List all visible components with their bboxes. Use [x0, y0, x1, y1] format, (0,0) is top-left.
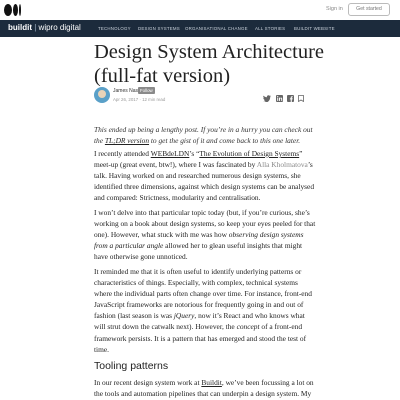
paragraph-3: It reminded me that it is often useful t… [94, 266, 316, 355]
paragraph-1: I recently attended WEBdeLDN’s “The Evol… [94, 148, 316, 203]
nav-technology[interactable]: TECHNOLOGY [98, 26, 131, 31]
bookmark-icon[interactable] [297, 95, 305, 103]
p1-text-a: I recently attended [94, 149, 151, 158]
read-time: 12 min read [142, 97, 166, 102]
publish-date: Apr 26, 2017 [113, 97, 139, 102]
intro-text-2: to get the gist of it and come back to t… [149, 136, 301, 146]
p3-jquery: jQuery [173, 311, 195, 321]
publication-nav-bar: buildit | wipro digital TECHNOLOGY DESIG… [0, 20, 400, 37]
p1-text-b: ’s “ [189, 149, 200, 158]
alla-kholmatova-link[interactable]: Alla Kholmatova [257, 160, 308, 169]
evolution-of-design-systems-link[interactable]: The Evolution of Design Systems [199, 149, 299, 158]
buildit-link[interactable]: Buildit [201, 378, 222, 387]
webdeldn-link[interactable]: WEBdeLDN [151, 149, 190, 158]
sign-in-link[interactable]: Sign in [326, 6, 343, 12]
linkedin-icon[interactable] [275, 95, 283, 102]
follow-button[interactable]: Follow [138, 87, 155, 94]
paragraph-4: In our recent design system work at Buil… [94, 377, 316, 399]
author-avatar[interactable] [94, 87, 110, 103]
top-bar: Sign in Get started [0, 0, 400, 21]
section-heading-tooling-patterns: Tooling patterns [94, 360, 169, 372]
facebook-icon[interactable] [286, 95, 294, 102]
article-title: Design System Architecture (full-fat ver… [94, 41, 325, 87]
nav-buildit-website[interactable]: BUILDIT WEBSITE [294, 26, 335, 31]
get-started-button[interactable]: Get started [348, 3, 390, 16]
author-name[interactable]: James Nash [113, 88, 141, 94]
article-meta: Apr 26, 2017 · 12 min read [113, 97, 166, 102]
tldr-link[interactable]: TL;DR version [105, 136, 149, 145]
nav-organisational-change[interactable]: ORGANISATIONAL CHANGE [185, 26, 248, 31]
paragraph-2: I won’t delve into that particular topic… [94, 207, 316, 262]
p3-concept: concept [236, 322, 260, 332]
twitter-icon[interactable] [263, 95, 271, 103]
p4-text-a: In our recent design system work at [94, 378, 202, 387]
nav-design-systems[interactable]: DESIGN SYSTEMS [138, 26, 180, 31]
intro-paragraph: This ended up being a lengthy post. If y… [94, 124, 316, 146]
nav-all-stories[interactable]: ALL STORIES [255, 26, 285, 31]
medium-logo-icon[interactable] [4, 4, 22, 16]
brand-light: wipro digital [38, 23, 81, 32]
buildit-wipro-logo[interactable]: buildit | wipro digital [8, 23, 81, 32]
brand-bold: buildit [8, 23, 32, 32]
